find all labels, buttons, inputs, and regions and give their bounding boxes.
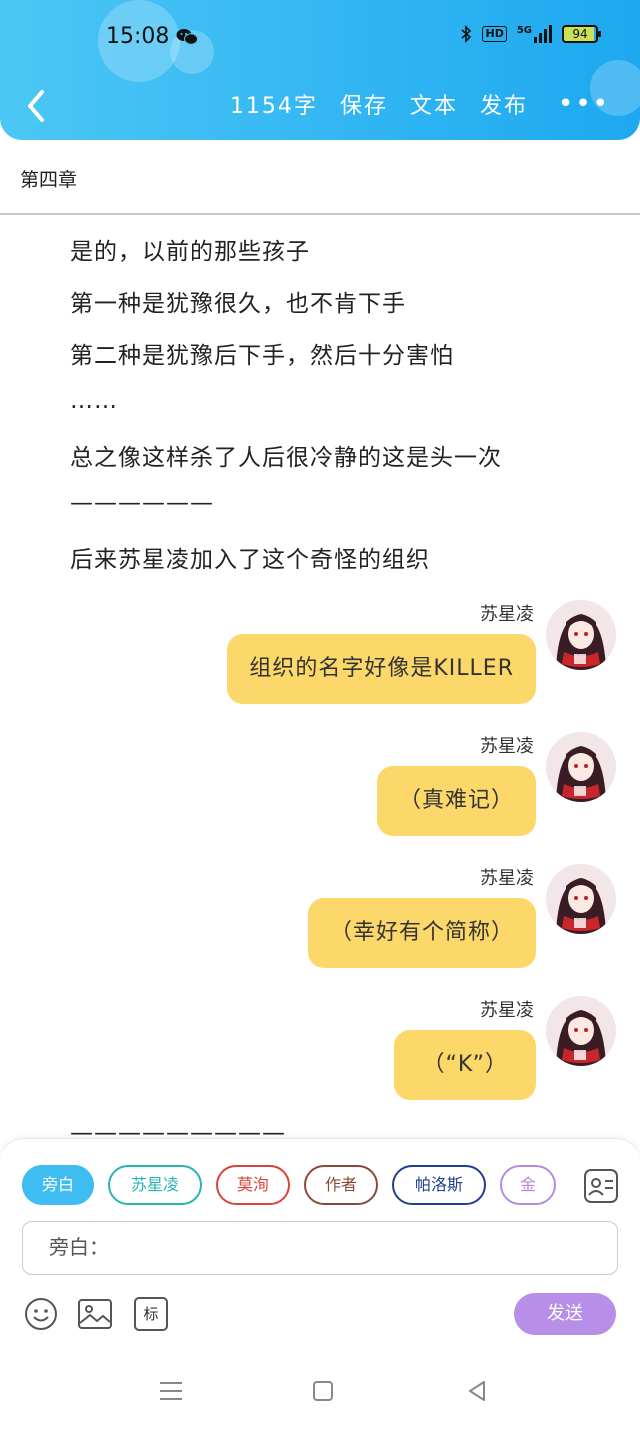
- system-nav-bar: [0, 1352, 640, 1429]
- tag-button[interactable]: 标: [134, 1297, 168, 1331]
- character-chip-narrator[interactable]: 旁白: [22, 1165, 94, 1205]
- narration-line: 后来苏星凌加入了这个奇怪的组织: [70, 547, 430, 573]
- chat-message[interactable]: 苏星凌 组织的名字好像是KILLER: [16, 600, 616, 720]
- signal-bar: [549, 25, 552, 43]
- battery-indicator: 94: [562, 25, 601, 43]
- hd-badge: HD: [482, 26, 507, 42]
- emoji-icon[interactable]: [24, 1297, 58, 1331]
- tag-label: 标: [143, 1305, 159, 1323]
- speaker-name: 苏星凌: [480, 1000, 534, 1021]
- avatar: [546, 732, 616, 802]
- back-triangle-icon[interactable]: [462, 1376, 492, 1406]
- signal-bar: [534, 37, 537, 43]
- narration-line: 第二种是犹豫后下手，然后十分害怕: [70, 343, 454, 369]
- avatar-image: [546, 864, 616, 934]
- signal-bar: [544, 29, 547, 43]
- input-prefix: 旁白：: [49, 1235, 109, 1259]
- avatar-image: [546, 996, 616, 1066]
- character-chip-su-xingling[interactable]: 苏星凌: [108, 1165, 202, 1205]
- status-indicators: HD 5G 94: [460, 25, 601, 43]
- message-bubble: 组织的名字好像是KILLER: [227, 634, 536, 704]
- more-menu-icon[interactable]: •••: [558, 89, 610, 119]
- back-chevron-icon[interactable]: [22, 88, 50, 124]
- message-bubble: （幸好有个简称）: [307, 898, 536, 968]
- speaker-name: 苏星凌: [480, 604, 534, 625]
- narration-line: 总之像这样杀了人后很冷静的这是头一次: [70, 445, 502, 471]
- narration-line: ……: [70, 388, 118, 414]
- character-chip-author[interactable]: 作者: [304, 1165, 378, 1205]
- divider: [0, 213, 640, 215]
- speaker-name: 苏星凌: [480, 736, 534, 757]
- avatar-image: [546, 600, 616, 670]
- avatar-image: [546, 732, 616, 802]
- character-card-icon[interactable]: [584, 1169, 618, 1203]
- character-chip-palos[interactable]: 帕洛斯: [392, 1165, 486, 1205]
- narration-line: 第一种是犹豫很久，也不肯下手: [70, 291, 406, 317]
- signal-bar: [539, 33, 542, 43]
- bluetooth-icon: [461, 25, 472, 43]
- home-icon[interactable]: [308, 1376, 338, 1406]
- avatar: [546, 996, 616, 1066]
- avatar: [546, 864, 616, 934]
- narration-line: ——————: [70, 490, 214, 516]
- publish-button[interactable]: 发布: [480, 88, 528, 120]
- signal-indicator: 5G: [517, 25, 552, 43]
- send-button[interactable]: 发送: [514, 1293, 616, 1335]
- menu-icon[interactable]: [156, 1376, 186, 1406]
- header-actions: 1154字 保存 文本 发布 •••: [230, 88, 610, 120]
- word-count: 1154字: [229, 94, 318, 119]
- top-header: 15:08 HD 5G 94 1154字 保存 文本 发布 •••: [0, 0, 640, 140]
- chat-message[interactable]: 苏星凌 （幸好有个简称）: [16, 864, 616, 984]
- character-selector: 旁白 苏星凌 莫洵 作者 帕洛斯 金: [22, 1165, 556, 1205]
- character-chip-mo-xun[interactable]: 莫洵: [216, 1165, 290, 1205]
- network-type: 5G: [516, 25, 532, 36]
- narration-line: 是的，以前的那些孩子: [70, 239, 310, 265]
- character-chip-jin[interactable]: 金: [500, 1165, 556, 1205]
- message-bubble: （“K”）: [394, 1030, 536, 1100]
- status-time: 15:08: [106, 24, 170, 49]
- compose-panel: 旁白 苏星凌 莫洵 作者 帕洛斯 金 旁白： 标 发送: [0, 1138, 640, 1352]
- dialogue-input[interactable]: 旁白：: [22, 1221, 618, 1275]
- chat-message[interactable]: 苏星凌 （真难记）: [16, 732, 616, 852]
- speaker-name: 苏星凌: [480, 868, 534, 889]
- save-button[interactable]: 保存: [340, 88, 388, 120]
- avatar: [546, 600, 616, 670]
- chat-message[interactable]: 苏星凌 （“K”）: [16, 996, 616, 1116]
- chapter-title[interactable]: 第四章: [20, 165, 77, 192]
- image-icon[interactable]: [78, 1297, 112, 1331]
- text-button[interactable]: 文本: [410, 88, 458, 120]
- wechat-icon: [176, 29, 198, 45]
- message-bubble: （真难记）: [376, 766, 536, 836]
